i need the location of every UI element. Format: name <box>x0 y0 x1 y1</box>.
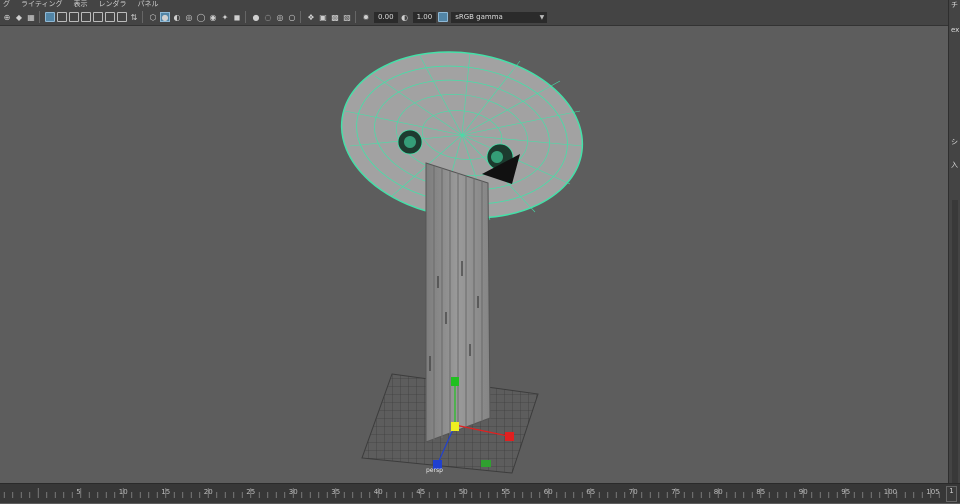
timeline-tick-label: 30 <box>289 488 298 496</box>
exposure-icon[interactable]: ✹ <box>361 12 371 22</box>
wireframe-icon[interactable]: ⬡ <box>148 12 158 22</box>
safe-title-icon[interactable] <box>117 12 127 22</box>
time-slider[interactable]: 5 10 15 20 25 30 35 40 45 50 55 60 65 70 75 80 85 90 95 100… <box>0 483 960 503</box>
timeline-ruler: 5 10 15 20 25 30 35 40 45 50 55 60 65 70 75 80 85 90 95 100… <box>3 488 940 498</box>
right-panel-text: シ <box>951 138 958 146</box>
y-axis-handle[interactable] <box>451 377 459 386</box>
toolbar-separator <box>300 11 301 23</box>
right-panel-text: チ <box>951 1 958 9</box>
gamma-icon[interactable]: ◐ <box>400 12 410 22</box>
default-material-icon[interactable]: ◉ <box>208 12 218 22</box>
center-handle[interactable] <box>451 422 459 431</box>
color-space-label: sRGB gamma <box>455 12 503 21</box>
timeline-tick-label: 15 <box>161 488 170 496</box>
timeline-tick-label: 35 <box>331 488 340 496</box>
color-space-dropdown[interactable]: sRGB gamma ▼ <box>451 11 548 23</box>
multisample-aa-icon[interactable]: ◎ <box>275 12 285 22</box>
select-camera-icon[interactable]: ⊕ <box>2 12 12 22</box>
right-panel-text: ex <box>951 26 960 34</box>
right-side-panel: チ ex シ 入 <box>948 0 960 483</box>
menu-item-edit[interactable]: グ <box>3 0 10 9</box>
timeline-tick-label: 50 <box>459 488 468 496</box>
timeline-tick-label: 40 <box>374 488 383 496</box>
timeline-tick-label: 105 <box>926 488 939 496</box>
timeline-tick-label: 65 <box>586 488 595 496</box>
xray-icon[interactable]: ◯ <box>196 12 206 22</box>
xray-active-components-icon[interactable]: ▩ <box>330 12 340 22</box>
depth-of-field-icon[interactable]: ○ <box>287 12 297 22</box>
toolbar-separator <box>142 11 143 23</box>
smooth-shade-icon[interactable]: ● <box>160 12 170 22</box>
gate-mask-icon[interactable] <box>81 12 91 22</box>
safe-action-icon[interactable] <box>105 12 115 22</box>
timeline-tick-label: 95 <box>841 488 850 496</box>
menu-item-show[interactable]: 表示 <box>73 0 87 9</box>
current-frame-marker[interactable]: 1 <box>946 486 957 502</box>
timeline-tick-label: 5 <box>76 488 80 496</box>
sync-icon[interactable]: ⇅ <box>129 12 139 22</box>
backface-culling-icon[interactable]: ▧ <box>342 12 352 22</box>
timeline-tick-label: 55 <box>501 488 510 496</box>
chevron-down-icon: ▼ <box>539 13 545 21</box>
use-all-lights-icon[interactable]: ✦ <box>220 12 230 22</box>
lock-camera-icon[interactable]: ◆ <box>14 12 24 22</box>
timeline-tick-label: 10 <box>119 488 128 496</box>
timeline-tick-label: 75 <box>671 488 680 496</box>
toolbar-separator <box>39 11 40 23</box>
timeline-tick-label: 80 <box>714 488 723 496</box>
viewport-toolbar: ⊕ ◆ ▦ ⇅ ⬡ ● ◐ ◎ ◯ ◉ ✦ ◼ ● ◌ ◎ ○ ❖ ▣ ▩ ▧ … <box>0 9 948 26</box>
field-chart-icon[interactable] <box>93 12 103 22</box>
timeline-tick-label: 90 <box>799 488 808 496</box>
motion-blur-icon[interactable]: ◌ <box>263 12 273 22</box>
film-gate-icon[interactable] <box>57 12 67 22</box>
toolbar-separator <box>245 11 246 23</box>
color-management-icon[interactable] <box>438 12 449 22</box>
menu-item-renderer[interactable]: レンダラ <box>98 0 126 9</box>
right-panel-scrollbar[interactable] <box>952 200 958 483</box>
pillar-mesh[interactable] <box>425 162 491 443</box>
grid-toggle-icon[interactable] <box>45 12 55 22</box>
camera-attributes-icon[interactable]: ▦ <box>26 12 36 22</box>
timeline-tick-label: 70 <box>629 488 638 496</box>
screen-space-ao-icon[interactable]: ● <box>251 12 261 22</box>
right-panel-text: 入 <box>951 161 958 169</box>
perspective-viewport[interactable]: persp <box>0 26 948 483</box>
timeline-tick-label: 100 <box>884 488 897 496</box>
timeline-tick-label: 45 <box>416 488 425 496</box>
menu-item-panels[interactable]: パネル <box>137 0 158 9</box>
timeline-tick-label: 85 <box>756 488 765 496</box>
flat-shade-icon[interactable]: ◐ <box>172 12 182 22</box>
viewport-menu-bar: グ ライティング 表示 レンダラ パネル <box>0 0 948 9</box>
toolbar-separator <box>355 11 356 23</box>
timeline-tick-label: 25 <box>246 488 255 496</box>
x-axis-handle[interactable] <box>505 432 514 441</box>
plane-handle[interactable] <box>481 460 491 467</box>
gamma-field[interactable]: 1.00 <box>412 11 437 23</box>
timeline-tick-label: 60 <box>544 488 553 496</box>
resolution-gate-icon[interactable] <box>69 12 79 22</box>
isolate-select-icon[interactable]: ❖ <box>306 12 316 22</box>
shadows-icon[interactable]: ◼ <box>232 12 242 22</box>
camera-label: persp <box>426 467 443 474</box>
wireframe-on-shaded-icon[interactable]: ◎ <box>184 12 194 22</box>
timeline-tick-label: 20 <box>204 488 213 496</box>
menu-item-lighting[interactable]: ライティング <box>21 0 62 9</box>
exposure-field[interactable]: 0.00 <box>374 11 398 23</box>
xray-joints-icon[interactable]: ▣ <box>318 12 328 22</box>
